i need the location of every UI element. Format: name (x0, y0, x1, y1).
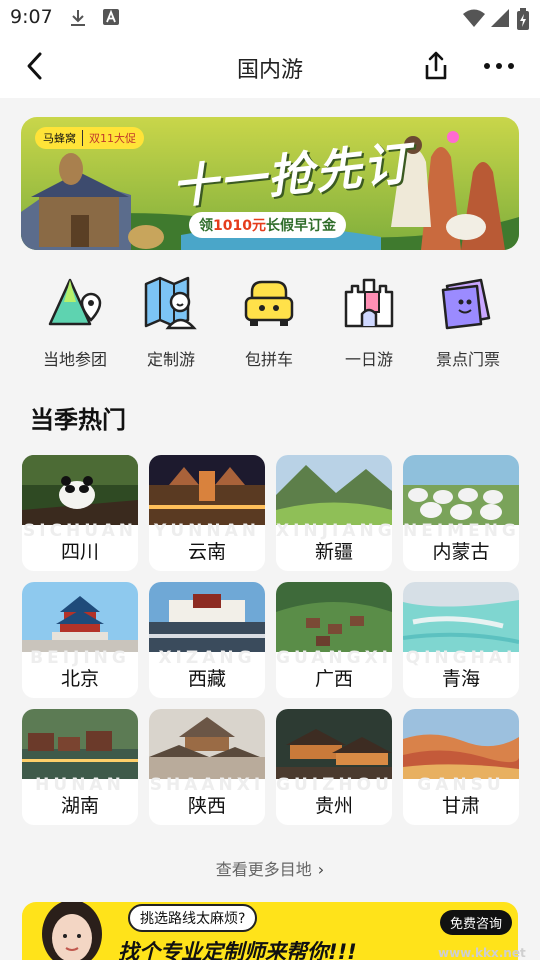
nav-bar: 国内游 (0, 36, 540, 98)
destination-name: 湖南 (60, 795, 99, 817)
destination-photo (276, 455, 392, 525)
destination-photo (149, 709, 265, 779)
promo-speech-bubble: 挑选路线太麻烦? (128, 904, 258, 932)
share-icon[interactable] (420, 50, 452, 82)
offer-suffix: 长假早订金 (265, 218, 336, 234)
destination-name: 新疆 (314, 541, 353, 563)
destination-card-neimenggu[interactable]: NEIMENG 内蒙古 (403, 455, 519, 571)
banner-offer-pill: 领1010元长假早订金 (189, 212, 346, 238)
destination-name: 西藏 (187, 668, 226, 690)
status-bar: 9:07 (0, 0, 540, 36)
ticket-icon (441, 278, 491, 330)
destination-photo (403, 582, 519, 652)
destination-name: 陕西 (187, 795, 226, 817)
destination-name: 内蒙古 (432, 541, 490, 563)
promo-tag: 双11大促 (82, 130, 136, 146)
quick-link-label: 一日游 (344, 350, 393, 369)
free-consult-button[interactable]: 免费咨询 (440, 910, 513, 935)
destination-name: 四川 (60, 541, 99, 563)
offer-amount: 1010元 (213, 218, 266, 234)
quick-link-day-trip[interactable]: 一日游 (319, 272, 419, 370)
status-time: 9:07 (10, 6, 53, 28)
promo-banner[interactable]: 马蜂窝 双11大促 十一抢先订 领1010元长假早订金 (21, 117, 519, 250)
destination-card-qinghai[interactable]: QINGHAI 青海 (403, 582, 519, 698)
section-title: 当季热门 (30, 406, 126, 434)
quick-link-label: 定制游 (146, 350, 195, 369)
destination-card-yunnan[interactable]: YUNNAN 云南 (149, 455, 265, 571)
page-title: 国内游 (236, 58, 303, 83)
destination-card-sichuan[interactable]: SICHUAN 四川 (22, 455, 138, 571)
view-more-destinations-link[interactable]: 查看更多目地 › (0, 856, 540, 880)
map-person-icon (144, 276, 197, 330)
destination-photo (276, 582, 392, 652)
signal-icon (491, 9, 509, 27)
view-more-label: 查看更多目地 (215, 860, 312, 879)
quick-link-local-group[interactable]: 当地参团 (25, 272, 125, 370)
destination-name: 贵州 (314, 795, 353, 817)
offer-prefix: 领 (199, 218, 213, 234)
destination-photo (149, 582, 265, 652)
quick-link-label: 当地参团 (42, 350, 107, 369)
destination-card-xinjiang[interactable]: XINJIANG 新疆 (276, 455, 392, 571)
quick-link-label: 景点门票 (435, 350, 500, 369)
car-icon (244, 280, 294, 326)
destination-photo (276, 709, 392, 779)
destination-photo (22, 455, 138, 525)
destination-name: 青海 (441, 668, 480, 690)
destination-photo (22, 709, 138, 779)
destination-photo (403, 709, 519, 779)
destination-card-guangxi[interactable]: GUANGXI 广西 (276, 582, 392, 698)
quick-link-label: 包拼车 (244, 350, 293, 369)
destination-photo (403, 455, 519, 525)
destination-card-hunan[interactable]: HUNAN 湖南 (22, 709, 138, 825)
destination-name: 甘肃 (441, 795, 480, 817)
promo-slogan: 找个专业定制师来帮你!!! (118, 940, 357, 960)
font-app-icon (103, 9, 119, 25)
destination-card-gansu[interactable]: GANSU 甘肃 (403, 709, 519, 825)
destination-name: 云南 (187, 541, 226, 563)
brand-name: 马蜂窝 (43, 132, 76, 145)
quick-link-tickets[interactable]: 景点门票 (418, 272, 518, 370)
destination-name: 广西 (314, 668, 353, 690)
site-watermark: www.kkx.net (438, 946, 526, 960)
more-options-icon[interactable] (483, 50, 515, 82)
destination-photo (22, 582, 138, 652)
mountain-pin-icon (48, 278, 102, 326)
destination-name: 北京 (60, 668, 99, 690)
castle-icon (344, 278, 394, 328)
destination-card-xizang[interactable]: XIZANG 西藏 (149, 582, 265, 698)
destination-photo (149, 455, 265, 525)
destination-card-shaanxi[interactable]: SHAANXI 陕西 (149, 709, 265, 825)
quick-link-custom-tour[interactable]: 定制游 (121, 272, 221, 370)
battery-icon (517, 8, 529, 30)
destination-card-beijing[interactable]: BEIJING 北京 (22, 582, 138, 698)
banner-badge: 马蜂窝 双11大促 (35, 127, 144, 149)
download-icon (71, 10, 85, 26)
chevron-right-icon: › (317, 860, 325, 879)
destination-card-guizhou[interactable]: GUIZHOU 贵州 (276, 709, 392, 825)
wifi-icon (463, 9, 485, 27)
consultant-avatar (42, 902, 102, 960)
quick-link-carpool[interactable]: 包拼车 (219, 272, 319, 370)
